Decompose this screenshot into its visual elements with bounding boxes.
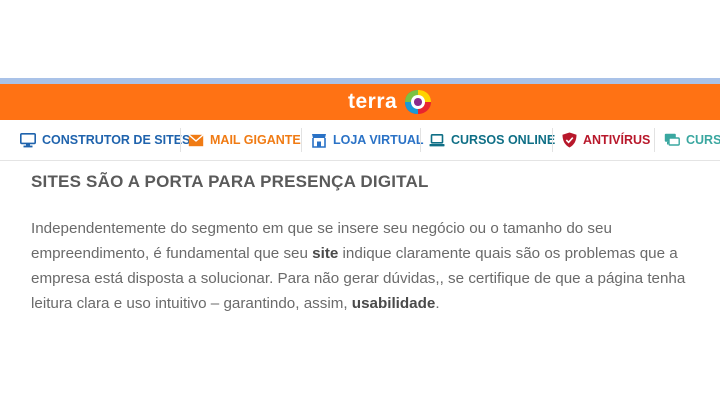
nav-mail-gigante[interactable]: MAIL GIGANTE xyxy=(188,120,301,160)
article-paragraph: Independentemente do segmento em que se … xyxy=(31,216,707,316)
product-navbar: CONSTRUTOR DE SITES MAIL GIGANTE LOJA VI… xyxy=(0,120,720,161)
top-blank-area xyxy=(0,0,720,78)
nav-label: CURSO xyxy=(686,133,720,147)
nav-separator xyxy=(654,128,655,152)
nav-label: CONSTRUTOR DE SITES xyxy=(42,133,191,147)
laptop-icon xyxy=(429,133,445,146)
article-content: SITES SÃO A PORTA PARA PRESENÇA DIGITAL … xyxy=(31,160,711,316)
nav-label: LOJA VIRTUAL xyxy=(333,133,424,147)
keyword-site: site xyxy=(312,245,339,262)
paragraph-text: . xyxy=(435,295,440,312)
nav-label: ANTIVÍRUS xyxy=(583,133,651,147)
terra-logo[interactable]: terra xyxy=(348,86,432,118)
nav-separator xyxy=(301,128,302,152)
mail-icon xyxy=(188,133,204,146)
nav-label: MAIL GIGANTE xyxy=(210,133,301,147)
nav-separator xyxy=(180,128,181,152)
nav-loja-virtual[interactable]: LOJA VIRTUAL xyxy=(311,120,424,160)
shield-icon xyxy=(562,132,577,148)
nav-antivirus[interactable]: ANTIVÍRUS xyxy=(562,120,650,160)
keyword-usabilidade: usabilidade xyxy=(351,295,436,312)
nav-cursos-online[interactable]: CURSOS ONLINE xyxy=(429,120,555,160)
article-heading: SITES SÃO A PORTA PARA PRESENÇA DIGITAL xyxy=(31,172,429,191)
store-icon xyxy=(312,133,326,148)
nav-construtor-de-sites[interactable]: CONSTRUTOR DE SITES xyxy=(20,120,190,160)
nav-curso-partial[interactable]: CURSO xyxy=(664,120,720,160)
monitor-icon xyxy=(20,132,36,147)
nav-separator xyxy=(552,128,553,152)
terra-logo-icon xyxy=(405,90,432,114)
brand-name: terra xyxy=(348,90,398,113)
nav-separator xyxy=(420,128,421,152)
nav-label: CURSOS ONLINE xyxy=(451,133,556,147)
chat-icon xyxy=(664,133,680,146)
